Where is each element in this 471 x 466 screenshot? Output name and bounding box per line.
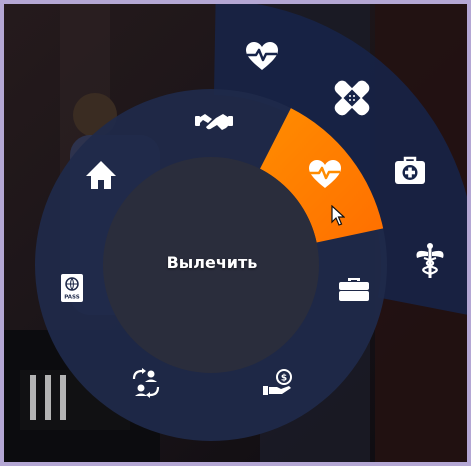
svg-text:$: $ xyxy=(281,374,287,384)
passport-icon: PASS xyxy=(61,274,83,302)
radial-menu: $ PASS xyxy=(35,0,471,441)
mouse-cursor-icon xyxy=(331,205,345,226)
menu-item-passport[interactable]: PASS xyxy=(61,274,83,302)
submenu-item-medkit[interactable] xyxy=(395,156,425,184)
center-action-label: Вылечить xyxy=(166,253,258,272)
medkit-icon xyxy=(395,156,425,184)
passport-label: PASS xyxy=(64,295,79,301)
